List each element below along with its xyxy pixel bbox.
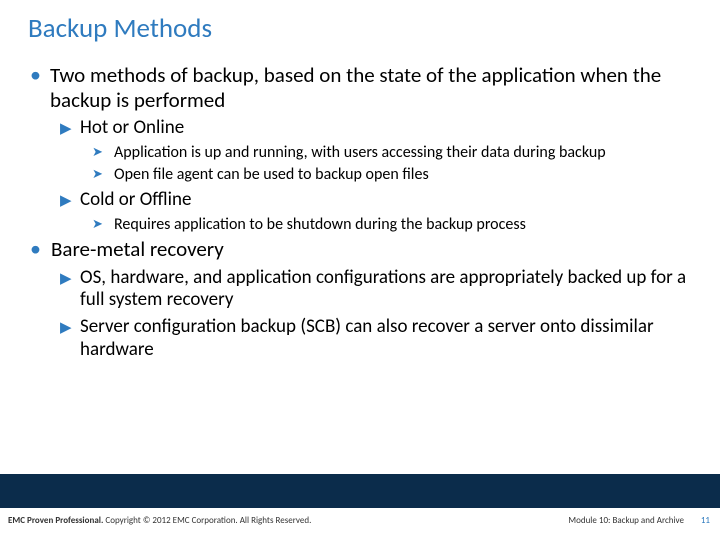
subbullet-item: ▶ Hot or Online bbox=[60, 117, 692, 141]
subbullet-text: Cold or Offline bbox=[80, 189, 191, 213]
detail-text: Open file agent can be used to backup op… bbox=[114, 165, 429, 185]
footer-brand: EMC Proven Professional. bbox=[8, 515, 103, 526]
detail-item: ➤ Open file agent can be used to backup … bbox=[92, 165, 692, 185]
arrow-icon: ➤ bbox=[92, 143, 106, 163]
triangle-icon: ▶ bbox=[60, 267, 72, 313]
footer-module: Module 10: Backup and Archive bbox=[568, 515, 684, 526]
slide-content: • Two methods of backup, based on the st… bbox=[0, 45, 720, 362]
triangle-icon: ▶ bbox=[60, 189, 72, 213]
footer-rest: Copyright © 2012 EMC Corporation. All Ri… bbox=[103, 515, 311, 526]
subbullet-item: ▶ Server configuration backup (SCB) can … bbox=[60, 316, 692, 362]
bullet-text: Two methods of backup, based on the stat… bbox=[50, 63, 692, 113]
detail-item: ➤ Requires application to be shutdown du… bbox=[92, 215, 692, 235]
arrow-icon: ➤ bbox=[92, 215, 106, 235]
dot-icon: • bbox=[30, 63, 40, 113]
bullet-text: Bare-metal recovery bbox=[51, 237, 224, 262]
triangle-icon: ▶ bbox=[60, 316, 72, 362]
dot-icon: • bbox=[30, 237, 41, 262]
subbullet-text: OS, hardware, and application configurat… bbox=[80, 267, 692, 313]
detail-text: Requires application to be shutdown duri… bbox=[114, 215, 526, 235]
subbullet-item: ▶ Cold or Offline bbox=[60, 189, 692, 213]
subbullet-text: Hot or Online bbox=[80, 117, 184, 141]
slide: Backup Methods • Two methods of backup, … bbox=[0, 0, 720, 540]
footer-copyright: EMC Proven Professional. Copyright © 201… bbox=[8, 515, 311, 526]
detail-text: Application is up and running, with user… bbox=[114, 143, 606, 163]
footer-page-number: 11 bbox=[701, 515, 710, 526]
footer-bar bbox=[0, 474, 720, 508]
arrow-icon: ➤ bbox=[92, 165, 106, 185]
bullet-item: • Bare-metal recovery bbox=[30, 237, 692, 262]
subbullet-item: ▶ OS, hardware, and application configur… bbox=[60, 267, 692, 313]
detail-item: ➤ Application is up and running, with us… bbox=[92, 143, 692, 163]
bullet-item: • Two methods of backup, based on the st… bbox=[30, 63, 692, 113]
slide-title: Backup Methods bbox=[0, 0, 720, 45]
subbullet-text: Server configuration backup (SCB) can al… bbox=[80, 316, 692, 362]
triangle-icon: ▶ bbox=[60, 117, 72, 141]
